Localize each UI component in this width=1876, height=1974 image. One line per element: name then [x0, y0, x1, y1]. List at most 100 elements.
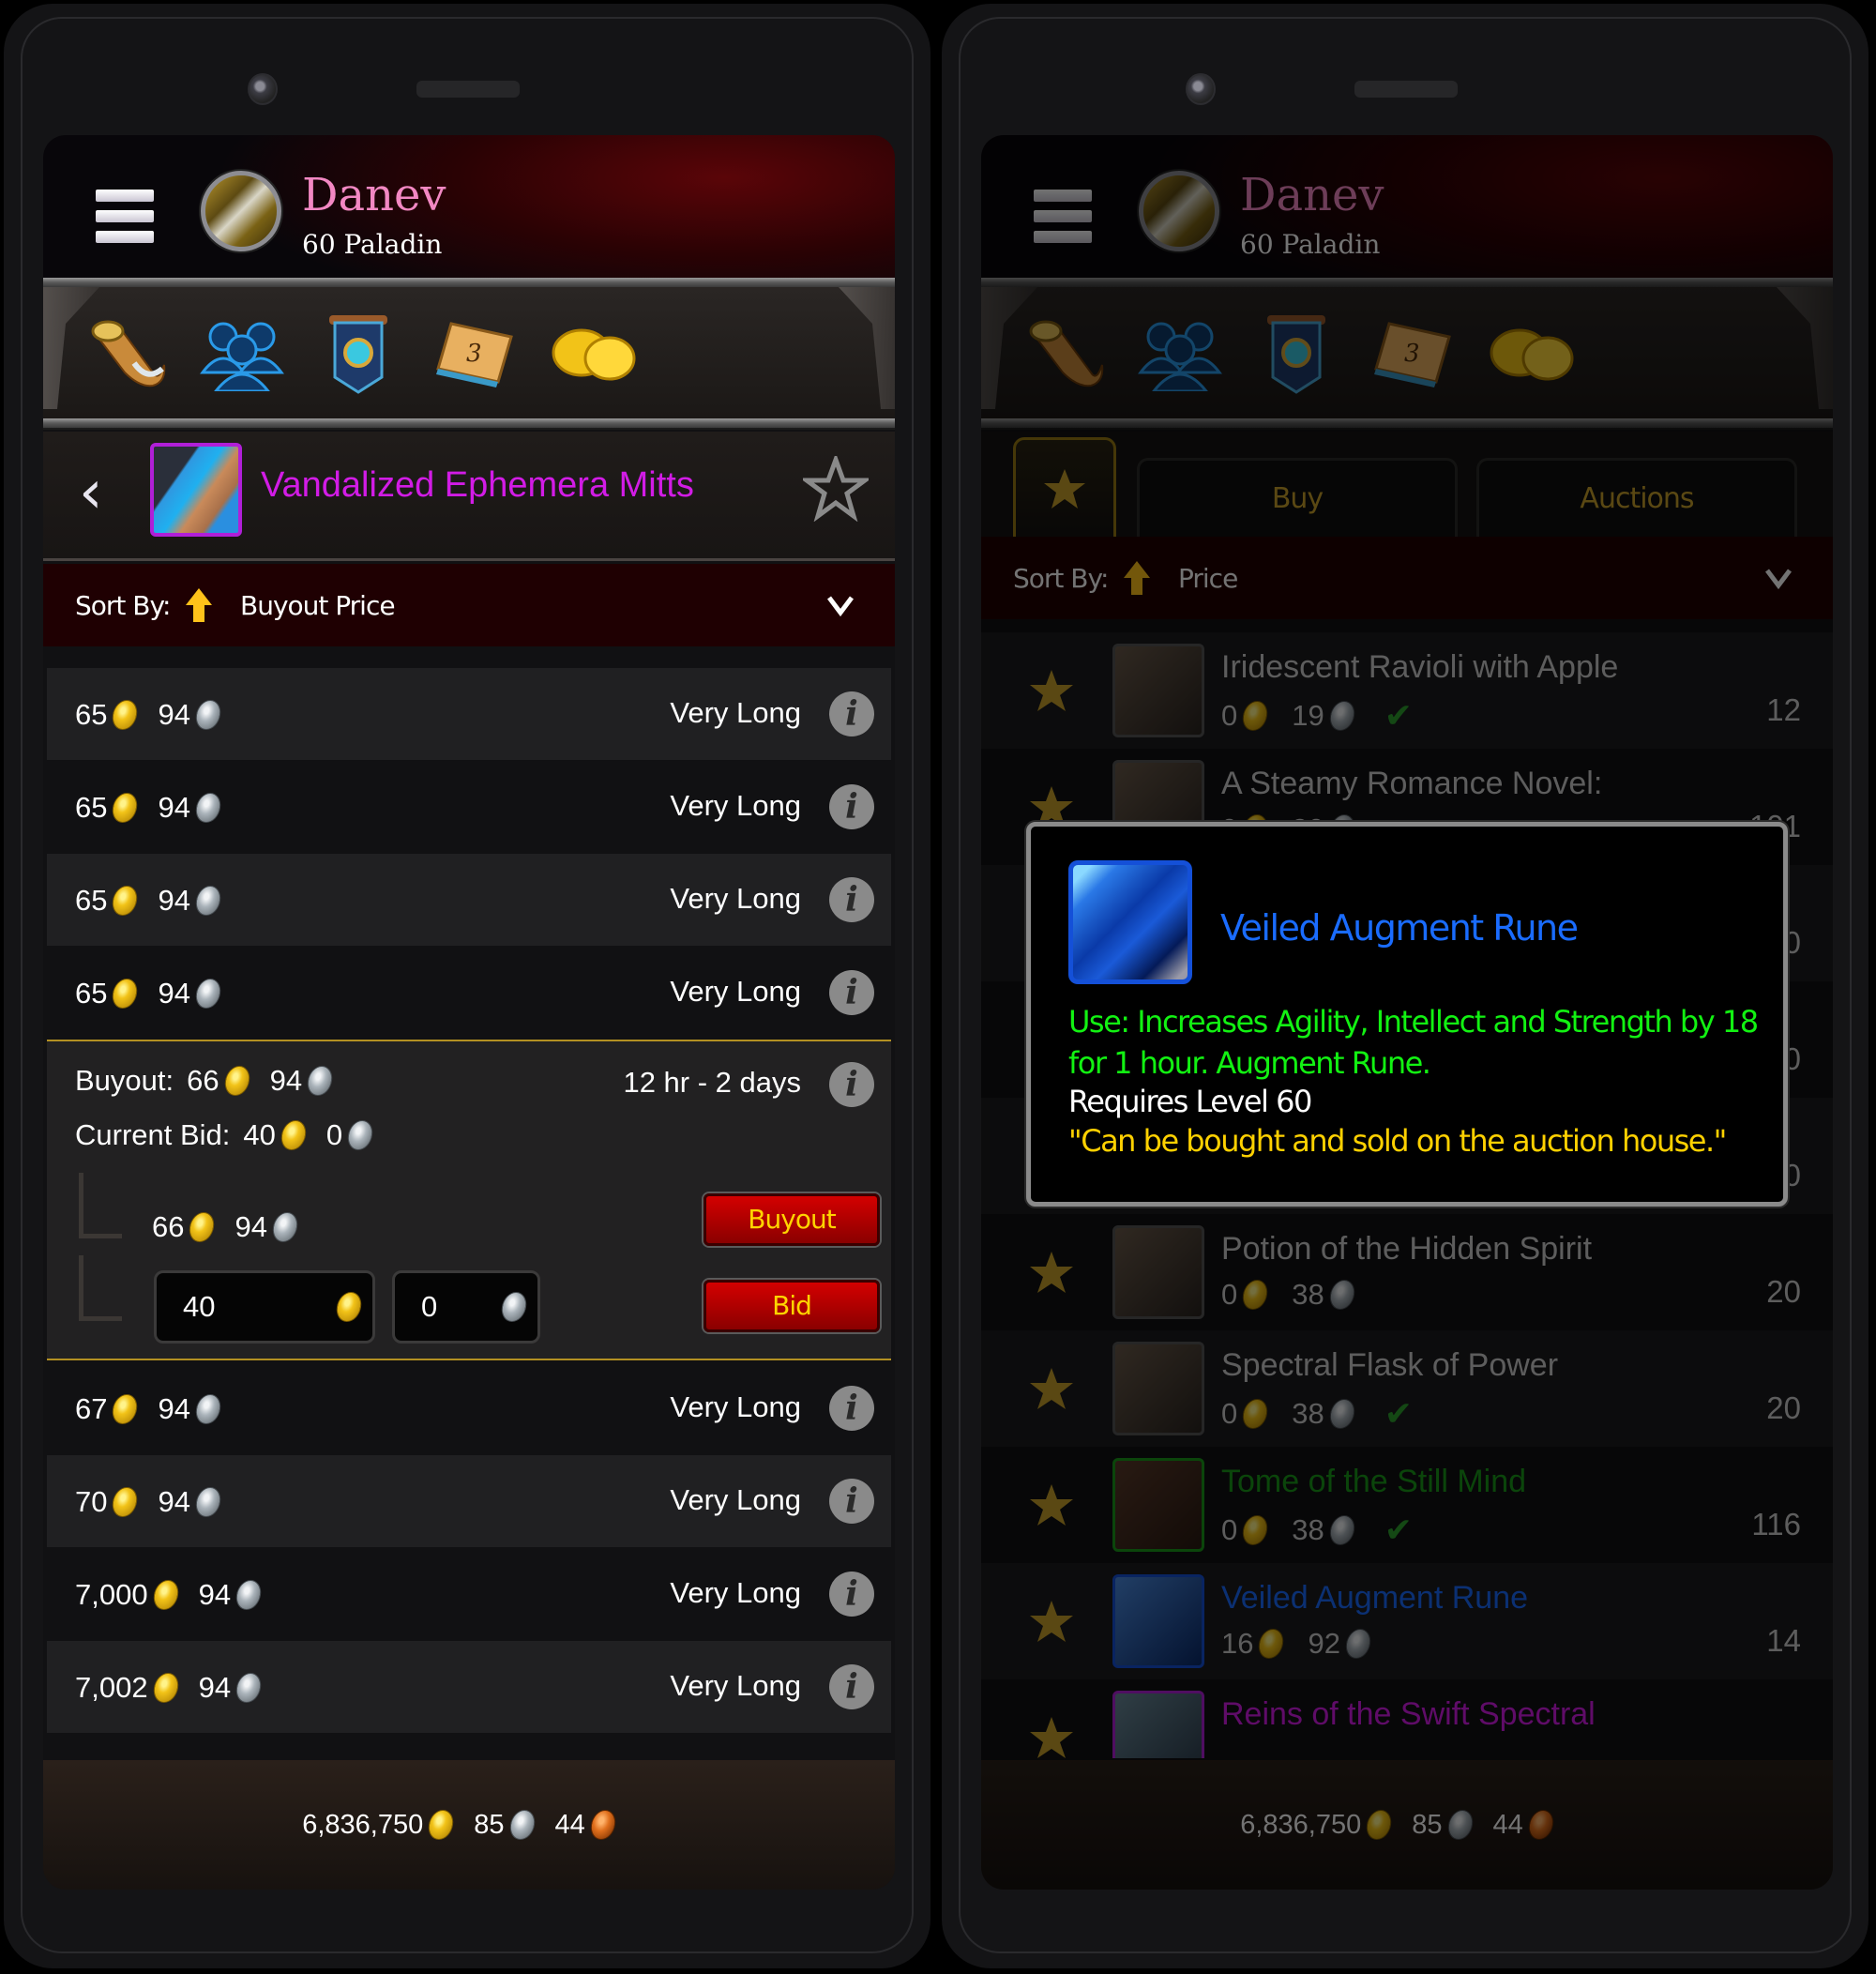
item-icon [1112, 1342, 1204, 1435]
tab-auctions[interactable]: Auctions [1476, 458, 1797, 537]
favorite-item-row[interactable]: Iridescent Ravioli with Apple 0 19 ✔ 12 [981, 632, 1833, 749]
auction-row[interactable]: 70 94 Very Long i [47, 1455, 891, 1547]
sort-value: Buyout Price [240, 590, 396, 621]
duration: Very Long [670, 696, 801, 729]
silver-coin-icon [270, 1212, 300, 1242]
item-price: 0 38 ✔ [1221, 1394, 1413, 1434]
copper-balance: 44 [554, 1809, 585, 1840]
bid-silver-input[interactable]: 0 [392, 1270, 540, 1344]
auction-row[interactable]: 7,002 94 Very Long i [47, 1641, 891, 1733]
gold-coins-icon[interactable] [546, 311, 640, 396]
item-name: Iridescent Ravioli with Apple [1221, 649, 1619, 685]
tooltip-use-text: Use: Increases Agility, Intellect and St… [1068, 1004, 1759, 1081]
favorite-item-row[interactable]: Spectral Flask of Power 0 38 ✔ 20 [981, 1330, 1833, 1447]
silver-amount: 38 [1292, 1278, 1324, 1311]
auction-row[interactable]: 65 94 Very Long i [47, 947, 891, 1039]
copper-balance: 44 [1492, 1809, 1523, 1840]
people-icon[interactable] [195, 311, 289, 396]
auction-row[interactable]: 67 94 Very Long i [47, 1362, 891, 1454]
gold-amount: 0 [1221, 1397, 1238, 1430]
sort-value: Price [1178, 563, 1238, 594]
currency-footer: 6,836,750 85 44 [981, 1760, 1833, 1890]
gold-coin-icon [1364, 1810, 1394, 1840]
favorite-item-row[interactable]: Potion of the Hidden Spirit 0 38 20 [981, 1214, 1833, 1330]
gold-coin-icon [279, 1120, 309, 1150]
gold-amount: 65 [75, 977, 108, 1010]
chevron-down-icon[interactable] [824, 588, 857, 622]
favorite-item-row[interactable]: Veiled Augment Rune 16 92 14 [981, 1563, 1833, 1679]
item-icon [1112, 1225, 1204, 1319]
silver-amount: 94 [158, 977, 190, 1010]
info-icon[interactable]: i [829, 970, 874, 1015]
hamburger-icon[interactable] [1034, 190, 1092, 243]
horn-icon[interactable] [83, 311, 176, 396]
info-icon[interactable]: i [829, 877, 874, 922]
tree-connector [79, 1255, 122, 1321]
gold-balance: 6,836,750 [1240, 1809, 1362, 1840]
gold-coin-icon [151, 1580, 180, 1610]
star-icon[interactable] [1028, 1599, 1075, 1644]
info-icon[interactable]: i [829, 784, 874, 829]
copper-coin-icon [588, 1810, 618, 1840]
buyout-button[interactable]: Buyout [704, 1193, 880, 1246]
auction-row[interactable]: 7,000 94 Very Long i [47, 1548, 891, 1640]
chevron-down-icon[interactable] [1762, 561, 1795, 595]
calendar-icon[interactable]: 3 [1366, 311, 1460, 396]
auction-row[interactable]: 65 94 Very Long i [47, 668, 891, 760]
info-icon[interactable]: i [829, 1386, 874, 1431]
star-icon[interactable] [1028, 1715, 1075, 1758]
buyout-label: Buyout: [75, 1064, 174, 1097]
info-icon[interactable]: i [829, 1664, 874, 1709]
silver-coin-icon [193, 1487, 223, 1517]
silver-coin-icon [193, 886, 223, 916]
gold-coin-icon [111, 793, 140, 823]
chevron-left-icon[interactable]: ‹ [79, 460, 126, 525]
silver-coin-icon [1445, 1810, 1475, 1840]
horn-icon[interactable] [1021, 311, 1114, 396]
silver-coin-icon [345, 1120, 375, 1150]
sort-bar[interactable]: Sort By: Price [981, 537, 1833, 619]
sort-label: Sort By: [75, 590, 171, 621]
avatar[interactable] [201, 171, 281, 251]
star-icon[interactable] [1028, 1366, 1075, 1411]
favorite-item-row[interactable]: Tome of the Still Mind 0 38 ✔ 116 [981, 1447, 1833, 1563]
character-name: Danev [1240, 169, 1384, 221]
info-icon[interactable]: i [829, 1572, 874, 1617]
star-icon[interactable] [1028, 1482, 1075, 1527]
banner-icon[interactable] [1249, 311, 1343, 396]
sort-bar[interactable]: Sort By: Buyout Price [43, 564, 895, 646]
auction-row[interactable]: 65 94 Very Long i [47, 854, 891, 946]
auction-row[interactable]: 65 94 Very Long i [47, 761, 891, 853]
silver-amount: 19 [1292, 699, 1324, 732]
tooltip-item-name: Veiled Augment Rune [1220, 907, 1579, 949]
item-header: ‹ Vandalized Ephemera Mitts [43, 432, 895, 561]
tab-favorites[interactable] [1013, 437, 1116, 537]
info-icon[interactable]: i [829, 1479, 874, 1524]
bid-button[interactable]: Bid [704, 1280, 880, 1332]
gold-coin-icon [111, 1394, 140, 1424]
arrow-up-icon [1124, 561, 1150, 595]
tab-buy[interactable]: Buy [1137, 458, 1458, 537]
gold-amount: 66 [152, 1210, 185, 1243]
avatar[interactable] [1139, 171, 1219, 251]
silver-coin-icon [193, 793, 223, 823]
favorite-item-row[interactable]: Reins of the Swift Spectral [981, 1679, 1833, 1758]
people-icon[interactable] [1133, 311, 1227, 396]
bid-gold-input[interactable]: 40 [154, 1270, 375, 1344]
duration: Very Long [670, 1483, 801, 1516]
item-quantity: 20 [1766, 1274, 1801, 1309]
info-icon[interactable]: i [829, 1062, 874, 1107]
star-outline-icon[interactable] [803, 456, 869, 522]
banner-icon[interactable] [311, 311, 405, 396]
hamburger-icon[interactable] [96, 190, 154, 243]
star-icon[interactable] [1028, 668, 1075, 713]
silver-amount: 94 [198, 1578, 232, 1611]
info-icon[interactable]: i [829, 691, 874, 736]
calendar-icon[interactable]: 3 [428, 311, 522, 396]
star-icon[interactable] [1028, 1250, 1075, 1295]
duration: Very Long [670, 1576, 801, 1609]
item-quantity: 12 [1766, 692, 1801, 727]
item-quantity: 20 [1766, 1390, 1801, 1425]
gold-coins-icon[interactable] [1484, 311, 1578, 396]
silver-coin-icon [507, 1810, 537, 1840]
